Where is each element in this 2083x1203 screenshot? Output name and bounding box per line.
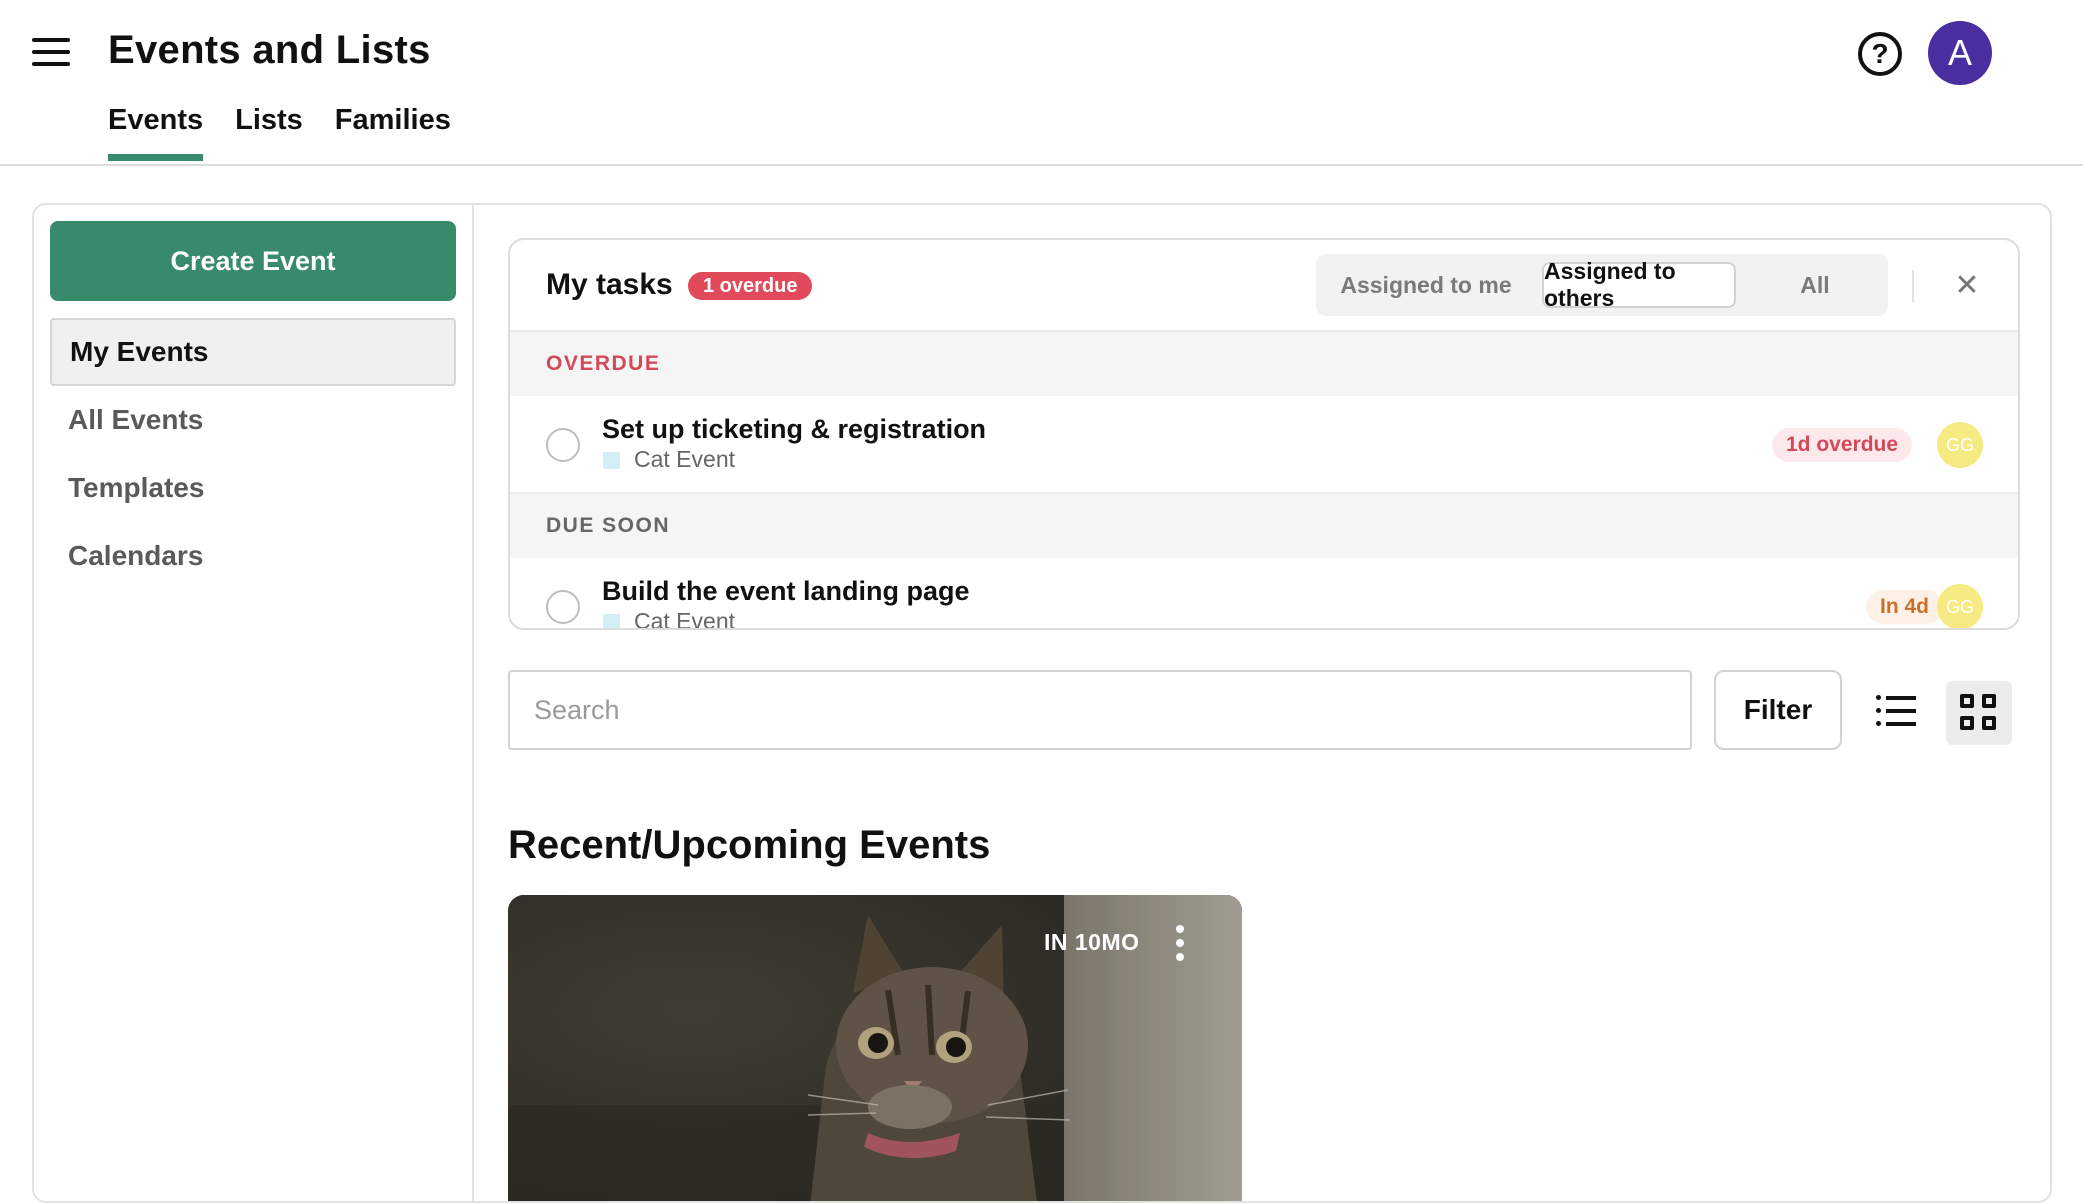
tab-lists[interactable]: Lists [235, 104, 303, 161]
help-icon[interactable]: ? [1858, 32, 1902, 76]
overdue-count-badge: 1 overdue [688, 272, 813, 300]
search-input[interactable] [508, 670, 1692, 750]
event-color-swatch [603, 614, 620, 628]
task-checkbox[interactable] [546, 428, 580, 462]
list-view-icon[interactable] [1876, 693, 1916, 727]
tasks-header: My tasks 1 overdue Assigned to me Assign… [510, 240, 2018, 332]
section-overdue: OVERDUE [510, 332, 2018, 396]
more-vertical-icon[interactable] [1168, 925, 1192, 961]
tab-families[interactable]: Families [335, 104, 451, 161]
event-time-label: IN 10MO [1044, 929, 1140, 955]
top-app-bar: Events and Lists ? A Events Lists Famili… [0, 0, 2083, 166]
sidebar-item-my-events[interactable]: My Events [50, 318, 456, 386]
task-event: Cat Event [634, 446, 735, 472]
create-event-button[interactable]: Create Event [50, 221, 456, 301]
sidebar-item-templates[interactable]: Templates [50, 454, 456, 522]
task-checkbox[interactable] [546, 590, 580, 624]
menu-icon[interactable] [32, 36, 70, 68]
filter-button[interactable]: Filter [1714, 670, 1842, 750]
sidebar: Create Event My Events All Events Templa… [34, 205, 474, 1201]
section-due-soon: DUE SOON [510, 494, 2018, 558]
app-title: Events and Lists [108, 28, 431, 72]
divider [1912, 270, 1914, 302]
assignment-filter: Assigned to me Assigned to others All [1316, 254, 1888, 316]
task-name: Build the event landing page [602, 576, 970, 606]
tasks-title: My tasks [546, 268, 673, 301]
task-event: Cat Event [634, 608, 735, 630]
task-row[interactable]: Set up ticketing & registration Cat Even… [510, 396, 2018, 494]
filter-assigned-to-others[interactable]: Assigned to others [1542, 258, 1736, 311]
close-icon[interactable]: ✕ [1950, 268, 1984, 302]
filter-all[interactable]: All [1754, 262, 1876, 308]
due-status-pill: 1d overdue [1772, 428, 1913, 462]
sidebar-item-calendars[interactable]: Calendars [50, 522, 456, 590]
section-title: Recent/Upcoming Events [508, 823, 991, 867]
assignee-avatar: GG [1937, 422, 1983, 468]
my-tasks-panel: My tasks 1 overdue Assigned to me Assign… [508, 238, 2020, 630]
content-panel: Create Event My Events All Events Templa… [32, 203, 2052, 1203]
avatar[interactable]: A [1928, 21, 1992, 85]
filter-assigned-to-me[interactable]: Assigned to me [1326, 262, 1526, 308]
event-color-swatch [603, 452, 620, 469]
task-row[interactable]: Build the event landing page Cat Event I… [510, 558, 2018, 630]
grid-view-icon[interactable] [1946, 681, 2012, 745]
sidebar-item-all-events[interactable]: All Events [50, 386, 456, 454]
tab-events[interactable]: Events [108, 104, 204, 161]
due-status-pill: In 4d [1866, 590, 1944, 624]
assignee-avatar: GG [1937, 584, 1983, 628]
main-tabs: Events Lists Families [108, 104, 451, 161]
task-name: Set up ticketing & registration [602, 414, 987, 444]
event-card[interactable]: IN 10MO [508, 895, 1242, 1201]
